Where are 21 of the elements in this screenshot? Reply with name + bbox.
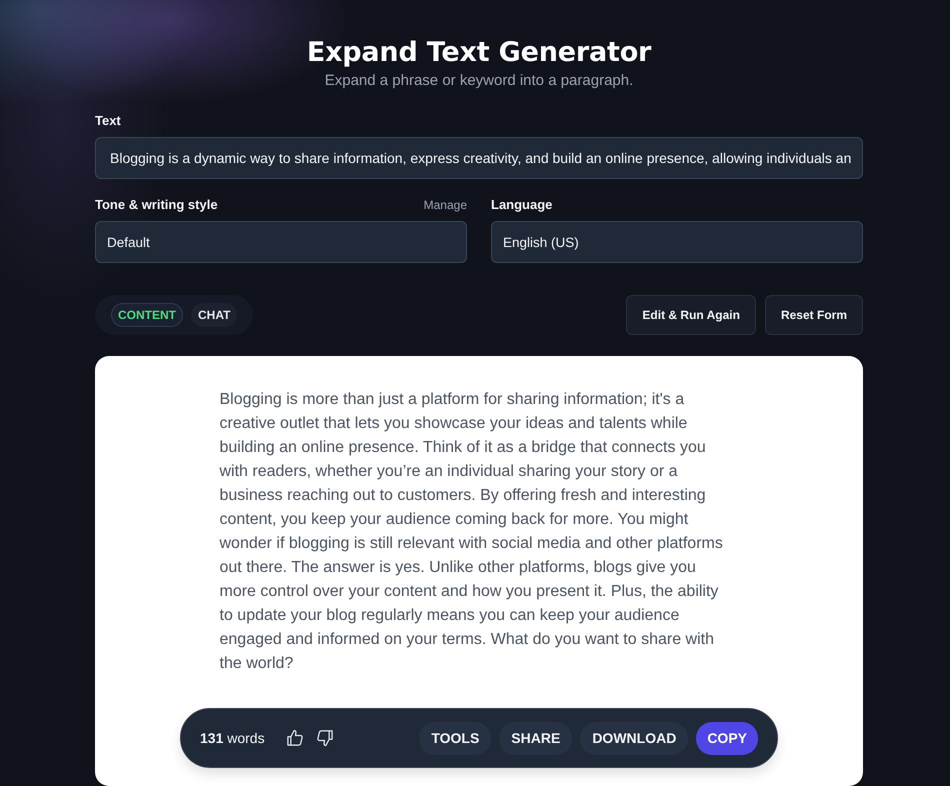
text-input[interactable]: Blogging is a dynamic way to share information, express creativity, and build an online presence, allowing individuals an [95,137,863,179]
thumbs-down-icon[interactable] [314,728,335,748]
tone-select[interactable]: Default [95,221,467,263]
field-label: Text [95,113,121,129]
page-subtitle: Expand a phrase or keyword into a paragraph. [324,71,634,91]
action-button[interactable]: Edit & Run Again [626,295,756,335]
view-tab[interactable]: CHAT [191,303,238,327]
word-count: 131 words [200,730,265,746]
toolbar-button[interactable]: DOWNLOAD [580,722,688,754]
field-label: Tone & writing style [95,197,218,213]
toolbar-button[interactable]: COPY [696,722,758,754]
view-tab[interactable]: CONTENT [111,303,183,327]
language-select[interactable]: English (US) [491,221,863,263]
thumbs-up-icon[interactable] [284,728,305,748]
manage-link[interactable]: Manage [424,198,467,212]
page-title: Expand Text Generator [306,37,652,69]
toolbar-button[interactable]: SHARE [499,722,572,754]
toolbar-button[interactable]: TOOLS [419,722,492,754]
action-button[interactable]: Reset Form [764,295,863,335]
field-label: Language [491,197,552,213]
generated-paragraph: Blogging is more than just a platform for sharing information; it's a creative outlet that lets you showcase your ideas and talents while building an online presence. Think of it as a bridge that connects you with readers, whether you’re an individual sharing your story or a business reaching out to customers. By offering fresh and interesting content, you keep your audience coming back for more. You might wonder if blogging is still relevant with social media and other platforms out there. The answer is yes. Unlike other platforms, blogs give you more control over your content and how you present it. Plus, the ability to update your blog regularly means you can keep your audience engaged and informed on your terms. What do you want to share with the world? [220,390,724,674]
